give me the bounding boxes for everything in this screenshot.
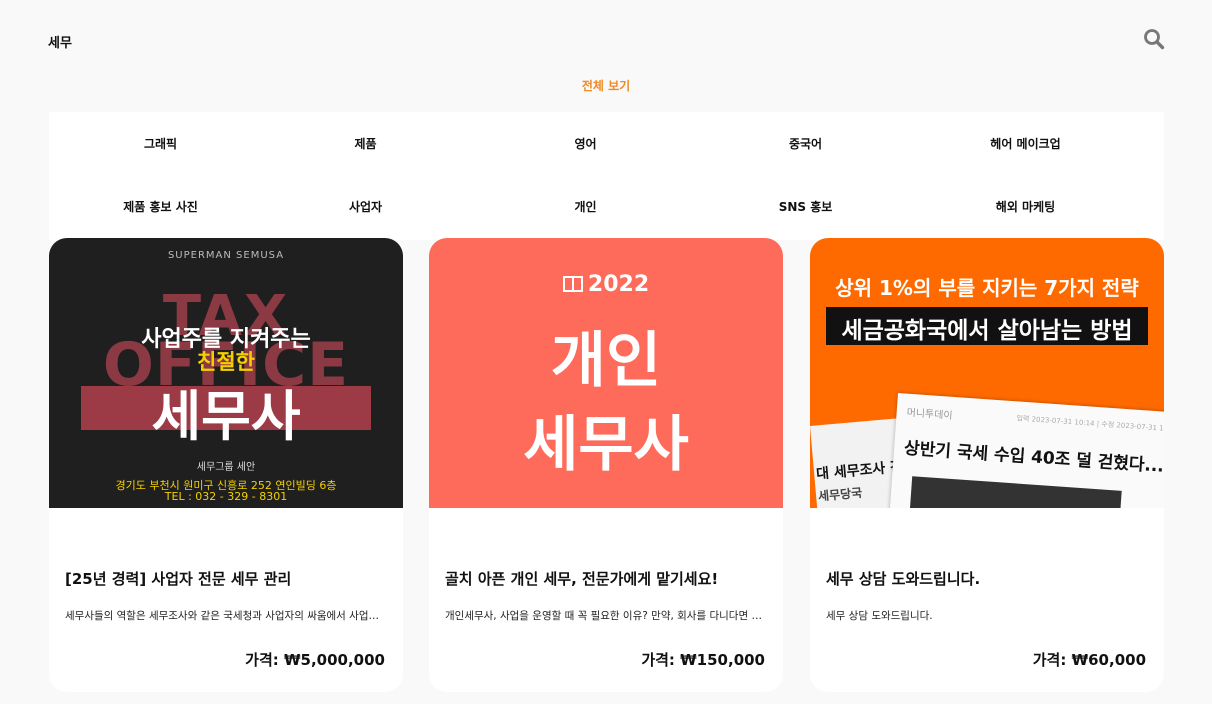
image-year-row: 2022 — [429, 272, 783, 297]
product-card[interactable]: 2022 개인 세무사 골치 아픈 개인 세무, 전문가에게 맡기세요! 개인세… — [429, 238, 783, 692]
image-org: 세무그룹 세안 — [196, 462, 256, 473]
product-image[interactable]: 2022 개인 세무사 — [429, 238, 783, 508]
category-personal[interactable]: 개인 — [474, 198, 697, 215]
image-newspaper-front: 머니투데이 입력 2023-07-31 10:14 | 수정 2023-07-3… — [888, 393, 1164, 508]
card-description: 개인세무사, 사업을 운영할 때 꼭 필요한 이유? 만약, 회사를 다니다면 … — [445, 610, 767, 622]
category-business[interactable]: 사업자 — [254, 198, 477, 215]
image-paper-date: 입력 2023-07-31 10:14 | 수정 2023-07-31 10: — [1016, 414, 1164, 434]
category-graphic[interactable]: 그래픽 — [49, 135, 272, 152]
view-all-link[interactable]: 전체 보기 — [0, 77, 1212, 94]
card-description: 세무사들의 역할은 세무조사와 같은 국세청과 사업자의 싸움에서 사업자가..… — [65, 610, 387, 622]
image-brand: SUPERMAN SEMUSA — [167, 250, 285, 261]
image-year: 2022 — [587, 272, 650, 297]
image-headline: 세무사 — [151, 385, 301, 448]
card-title[interactable]: 골치 아픈 개인 세무, 전문가에게 맡기세요! — [445, 568, 775, 589]
product-image[interactable]: 상위 1%의 부를 지키는 7가지 전략 세금공화국에서 살아남는 방법 대 세… — [810, 238, 1164, 508]
card-title[interactable]: 세무 상담 도와드립니다. — [826, 568, 1156, 589]
card-description: 세무 상담 도와드립니다. — [826, 610, 933, 622]
product-card[interactable]: 상위 1%의 부를 지키는 7가지 전략 세금공화국에서 살아남는 방법 대 세… — [810, 238, 1164, 692]
image-headline: 개인 — [550, 326, 662, 396]
image-tel: TEL : 032 - 329 - 8301 — [164, 490, 288, 503]
image-headline: 상위 1%의 부를 지키는 7가지 전략 — [835, 276, 1139, 300]
category-product[interactable]: 제품 — [254, 135, 477, 152]
book-icon — [562, 276, 583, 292]
product-image[interactable]: SUPERMAN SEMUSA TAX OFFICE 사업주를 지켜주는 친절한… — [49, 238, 403, 508]
card-title[interactable]: [25년 경력] 사업자 전문 세무 관리 — [65, 568, 395, 589]
image-paper-source: 머니투데이 — [906, 407, 953, 422]
category-hair-makeup[interactable]: 헤어 메이크업 — [914, 135, 1137, 152]
category-overseas-marketing[interactable]: 해외 마케팅 — [914, 198, 1137, 215]
card-price: 가격: ₩150,000 — [641, 651, 765, 669]
header: 세무 — [0, 0, 1212, 80]
image-paper-headline: 상반기 국세 수입 40조 덜 걷혔다... — [903, 438, 1164, 477]
card-price: 가격: ₩60,000 — [1032, 651, 1146, 669]
card-price: 가격: ₩5,000,000 — [245, 651, 385, 669]
page-title: 세무 — [48, 36, 72, 51]
category-product-photo[interactable]: 제품 홍보 사진 — [49, 198, 272, 215]
search-button[interactable] — [1143, 28, 1167, 52]
product-card[interactable]: SUPERMAN SEMUSA TAX OFFICE 사업주를 지켜주는 친절한… — [49, 238, 403, 692]
image-paper-photo — [908, 476, 1122, 508]
category-english[interactable]: 영어 — [474, 135, 697, 152]
category-sns[interactable]: SNS 홍보 — [694, 198, 917, 215]
category-chinese[interactable]: 중국어 — [694, 135, 917, 152]
search-icon[interactable] — [1143, 28, 1165, 50]
image-headline: 세무사 — [523, 410, 689, 480]
image-paper-side: 세무당국 — [817, 485, 863, 504]
image-headline: 세금공화국에서 살아남는 방법 — [841, 318, 1133, 344]
category-panel: 그래픽 제품 영어 중국어 헤어 메이크업 제품 홍보 사진 사업자 개인 SN… — [49, 112, 1164, 240]
